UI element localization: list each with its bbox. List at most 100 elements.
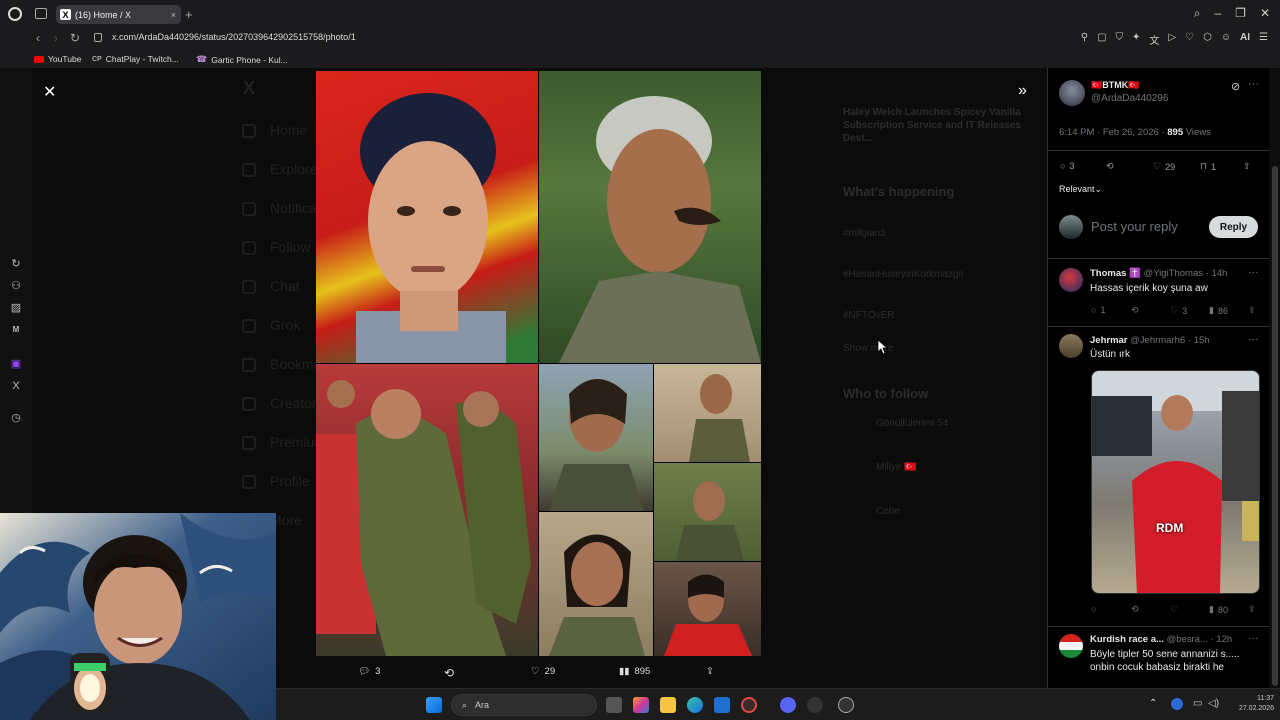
reply-button[interactable]: ○ 3	[1060, 161, 1074, 171]
reply-views-button[interactable]: ▮ 80	[1209, 604, 1228, 615]
reply-share-button[interactable]: ⇪	[1248, 604, 1256, 615]
reply-like-button[interactable]: ♡ 3	[1170, 305, 1187, 316]
reply-repost-button[interactable]: ⟲	[1131, 305, 1139, 316]
reply-more-icon[interactable]: ···	[1248, 266, 1259, 278]
clock-icon[interactable]: ◷	[10, 412, 22, 424]
reply-submit-button[interactable]: Reply	[1209, 216, 1258, 238]
translate-icon[interactable]: 文	[1149, 32, 1159, 47]
author-display-name[interactable]: 🇹🇷BTMK🇹🇷	[1091, 80, 1139, 91]
adblock-icon[interactable]: ⛉	[1116, 32, 1124, 47]
tab-close-icon[interactable]: ×	[171, 10, 176, 20]
nav-follow[interactable]: Follow	[242, 239, 310, 256]
play-icon[interactable]: ▷	[1168, 32, 1176, 47]
x-sidebar-icon[interactable]: X	[10, 380, 22, 392]
twitch-icon[interactable]: ▣	[10, 358, 22, 370]
nav-explore[interactable]: Explore	[242, 161, 317, 178]
sort-replies-dropdown[interactable]: Relevant⌄	[1059, 184, 1102, 195]
reply-repost-button[interactable]: ⟲	[1131, 604, 1139, 615]
new-tab-icon[interactable]: +	[185, 7, 193, 22]
trend-item[interactable]: #HasanHüseyinKorkmazgil	[843, 269, 963, 280]
tray-overflow-icon[interactable]: ⌃	[1149, 698, 1157, 709]
discord-icon[interactable]	[780, 697, 796, 713]
tab-overview-icon[interactable]	[35, 8, 47, 19]
nav-chat[interactable]: Chat	[242, 278, 300, 295]
close-window-icon[interactable]: ✕	[1260, 6, 1270, 21]
reply-reply-button[interactable]: ○ 1	[1091, 305, 1105, 315]
reply-views-button[interactable]: ▮ 86	[1209, 305, 1228, 316]
nav-premium[interactable]: Premium	[242, 434, 326, 451]
bookmark-chatplay[interactable]: CP ChatPlay - Twitch...	[92, 54, 179, 64]
grok-icon[interactable]: ⊘	[1231, 80, 1240, 93]
windows-start-icon[interactable]	[426, 697, 442, 713]
tray-app-icon[interactable]	[1171, 698, 1183, 710]
pinboard-icon[interactable]: ▨	[10, 302, 22, 314]
minimize-icon[interactable]: –	[1214, 6, 1221, 21]
author-avatar[interactable]	[1059, 80, 1085, 106]
reply-more-icon[interactable]: ···	[1248, 632, 1259, 644]
news-headline[interactable]: Haley Welch Launches Spicey Vanilla Subs…	[843, 106, 1043, 145]
file-explorer-icon[interactable]	[660, 697, 676, 713]
bookmark-gartic[interactable]: ☎ Gartic Phone - Kul...	[196, 54, 288, 65]
messenger-icon[interactable]: M	[10, 324, 22, 336]
volume-icon[interactable]: ◁)	[1208, 698, 1219, 709]
reply-share-button[interactable]: ⇪	[1248, 305, 1256, 316]
reply-reply-button[interactable]: ○	[1091, 604, 1096, 614]
scrollbar-thumb[interactable]	[1272, 166, 1278, 686]
restore-icon[interactable]: ❐	[1235, 6, 1246, 21]
nav-home[interactable]: Home	[242, 122, 307, 139]
forward-icon[interactable]: ›	[54, 31, 58, 45]
reply-author-name[interactable]: Kurdish race a...	[1090, 634, 1164, 645]
obs-icon[interactable]	[807, 697, 823, 713]
steam-icon[interactable]	[838, 697, 854, 713]
share-button[interactable]: ⇪	[1243, 161, 1251, 172]
reply-media-video[interactable]: RDM	[1091, 370, 1260, 594]
reply-author-handle[interactable]: @YigiThomas	[1144, 268, 1203, 279]
aria-ai-button[interactable]: AI	[1240, 32, 1250, 47]
expand-panel-icon[interactable]: »	[1018, 82, 1027, 100]
reply-more-icon[interactable]: ···	[1248, 333, 1259, 345]
vpn-icon[interactable]: ✦	[1132, 32, 1140, 47]
history-icon[interactable]: ↻	[10, 258, 22, 270]
nav-grok[interactable]: Grok	[242, 317, 300, 334]
taskbar-clock[interactable]: 11:37 27.02.2026	[1239, 694, 1274, 714]
reload-icon[interactable]: ↻	[70, 31, 80, 45]
store-icon[interactable]	[714, 697, 730, 713]
more-options-icon[interactable]: ···	[1248, 78, 1259, 90]
reply-author-name[interactable]: Thomas ✝️	[1090, 268, 1141, 279]
media-like-button[interactable]: ♡ 29	[531, 666, 555, 677]
bookmark-youtube[interactable]: YouTube	[34, 54, 81, 64]
reply-avatar[interactable]	[1059, 334, 1083, 358]
network-icon[interactable]: ▭	[1193, 698, 1202, 709]
opera-logo-icon[interactable]	[8, 7, 22, 21]
snapshot-icon[interactable]: ▢	[1097, 32, 1106, 47]
repost-button[interactable]: ⟲	[1106, 161, 1114, 172]
extensions-icon[interactable]: ⬡	[1203, 32, 1212, 47]
media-repost-button[interactable]: ⟲	[444, 666, 454, 680]
reply-avatar[interactable]	[1059, 634, 1083, 658]
heart-icon[interactable]: ♡	[1185, 32, 1194, 47]
trend-item[interactable]: #milgiardi	[843, 228, 886, 239]
panel-scrollbar[interactable]	[1270, 68, 1280, 688]
reply-like-button[interactable]: ♡	[1170, 604, 1178, 615]
taskbar-search[interactable]: ⌕ Ara	[451, 694, 597, 716]
browser-tab-active[interactable]: X (16) Home / X ×	[56, 5, 181, 24]
tweet-photo-collage[interactable]	[316, 71, 761, 656]
menu-icon[interactable]: ☰	[1259, 32, 1268, 47]
reply-input[interactable]: Post your reply	[1091, 219, 1178, 234]
profile-icon[interactable]: ☺	[1221, 32, 1231, 47]
bookmark-button[interactable]: ⊓ 1	[1200, 161, 1216, 172]
trend-item[interactable]: #NFTOvER	[843, 310, 895, 321]
copilot-icon[interactable]	[633, 697, 649, 713]
edge-icon[interactable]	[687, 697, 703, 713]
back-icon[interactable]: ‹	[36, 31, 40, 45]
search-tabs-icon[interactable]: ⌕	[1194, 6, 1201, 21]
media-share-button[interactable]: ⇪	[706, 666, 714, 677]
reply-author-handle[interactable]: @besra...	[1167, 634, 1208, 645]
reply-author-handle[interactable]: @Jehrmarh6	[1130, 335, 1185, 346]
like-button[interactable]: ♡ 29	[1153, 161, 1175, 172]
author-handle[interactable]: @ArdaDa440296	[1091, 93, 1168, 104]
reply-author-name[interactable]: Jehrmar	[1090, 335, 1128, 346]
url-field[interactable]: x.com/ArdaDa440296/status/20270396429025…	[112, 32, 356, 42]
aria-icon[interactable]: ⚇	[10, 280, 22, 292]
pin-icon[interactable]: ⚲	[1081, 32, 1088, 47]
